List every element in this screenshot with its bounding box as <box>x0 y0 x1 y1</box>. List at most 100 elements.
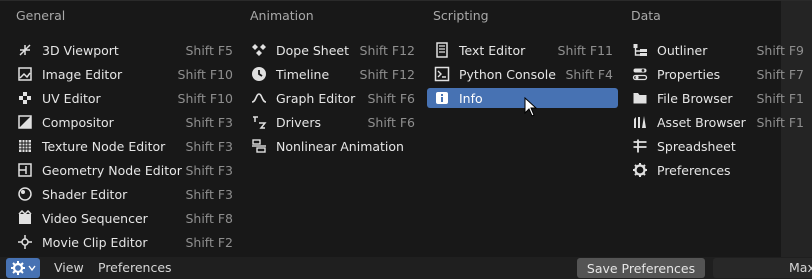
menu-item-label: Timeline <box>276 66 330 82</box>
menu-item-label: Properties <box>657 66 721 82</box>
menu-item-python-console[interactable]: Python Console Shift F4 <box>433 64 613 84</box>
editor-type-button[interactable] <box>6 258 40 278</box>
menu-item-image-editor[interactable]: Image Editor Shift F10 <box>16 64 233 84</box>
shortcut: Shift F6 <box>367 90 415 106</box>
editor-type-menu: General Animation Scripting Data 3D View… <box>0 0 812 258</box>
heading-data: Data <box>631 8 661 23</box>
drivers-icon <box>250 113 268 131</box>
menu-item-movie-clip-editor[interactable]: Movie Clip Editor Shift F2 <box>16 232 233 252</box>
menu-item-preferences[interactable]: Preferences <box>631 160 804 180</box>
python-console-icon <box>433 65 451 83</box>
file-browser-icon <box>631 89 649 107</box>
shortcut: Shift F3 <box>185 186 233 202</box>
shortcut: Shift F1 <box>756 114 804 130</box>
menu-item-dope-sheet[interactable]: Dope Sheet Shift F12 <box>250 40 415 60</box>
shortcut: Shift F6 <box>367 114 415 130</box>
menu-item-shader-editor[interactable]: Shader Editor Shift F3 <box>16 184 233 204</box>
menu-item-label: Info <box>459 90 483 106</box>
texture-node-icon <box>16 137 34 155</box>
menu-item-asset-browser[interactable]: Asset Browser Shift F1 <box>631 112 804 132</box>
menu-item-graph-editor[interactable]: Graph Editor Shift F6 <box>250 88 415 108</box>
menu-item-label: Graph Editor <box>276 90 356 106</box>
shortcut: Shift F7 <box>756 66 804 82</box>
menu-item-spreadsheet[interactable]: Spreadsheet <box>631 136 804 156</box>
image-editor-icon <box>16 65 34 83</box>
shortcut: Shift F8 <box>185 210 233 226</box>
menu-item-3d-viewport[interactable]: 3D Viewport Shift F5 <box>16 40 233 60</box>
menu-item-label: 3D Viewport <box>42 42 119 58</box>
menu-item-compositor[interactable]: Compositor Shift F3 <box>16 112 233 132</box>
text-editor-icon <box>433 41 451 59</box>
shortcut: Shift F1 <box>756 90 804 106</box>
shortcut: Shift F10 <box>177 66 233 82</box>
menu-view[interactable]: View <box>54 260 84 275</box>
heading-general: General <box>16 8 66 23</box>
menu-item-geometry-node-editor[interactable]: Geometry Node Editor Shift F3 <box>16 160 233 180</box>
geometry-node-icon <box>16 161 34 179</box>
shortcut: Shift F5 <box>185 42 233 58</box>
menu-item-label: File Browser <box>657 90 733 106</box>
shortcut: Shift F12 <box>359 66 415 82</box>
menu-preferences[interactable]: Preferences <box>98 260 172 275</box>
menu-item-text-editor[interactable]: Text Editor Shift F11 <box>433 40 613 60</box>
shortcut: Shift F3 <box>185 162 233 178</box>
menu-item-file-browser[interactable]: File Browser Shift F1 <box>631 88 804 108</box>
shortcut: Shift F2 <box>185 234 233 250</box>
heading-scripting: Scripting <box>433 8 489 23</box>
menu-item-label: Drivers <box>276 114 321 130</box>
gear-icon <box>11 261 25 275</box>
menu-item-label: Nonlinear Animation <box>276 138 404 154</box>
menu-item-label: Python Console <box>459 66 556 82</box>
3d-viewport-icon <box>16 41 34 59</box>
menu-item-outliner[interactable]: Outliner Shift F9 <box>631 40 804 60</box>
asset-browser-icon <box>631 113 649 131</box>
spreadsheet-icon <box>631 137 649 155</box>
menu-item-label: Spreadsheet <box>657 138 736 154</box>
preferences-footer-bar: View Preferences Save Preferences <box>0 257 812 279</box>
compositor-icon <box>16 113 34 131</box>
menu-item-label: Text Editor <box>459 42 526 58</box>
menu-item-info[interactable]: Info <box>427 88 618 108</box>
menu-item-label: Preferences <box>657 162 731 178</box>
info-icon <box>433 89 451 107</box>
menu-item-properties[interactable]: Properties Shift F7 <box>631 64 804 84</box>
preferences-gear-icon <box>631 161 649 179</box>
menu-item-uv-editor[interactable]: UV Editor Shift F10 <box>16 88 233 108</box>
mouse-cursor-icon <box>524 97 538 117</box>
dope-sheet-icon <box>250 41 268 59</box>
properties-icon <box>631 65 649 83</box>
menu-item-texture-node-editor[interactable]: Texture Node Editor Shift F3 <box>16 136 233 156</box>
shortcut: Shift F3 <box>185 114 233 130</box>
menu-item-nonlinear-animation[interactable]: Nonlinear Animation <box>250 136 415 156</box>
shortcut: Shift F9 <box>756 42 804 58</box>
menu-item-video-sequencer[interactable]: Video Sequencer Shift F8 <box>16 208 233 228</box>
menu-item-label: Texture Node Editor <box>42 138 166 154</box>
shortcut: Shift F3 <box>185 138 233 154</box>
video-sequencer-icon <box>16 209 34 227</box>
menu-item-label: Geometry Node Editor <box>42 162 182 178</box>
shortcut: Shift F11 <box>557 42 613 58</box>
uv-editor-icon <box>16 89 34 107</box>
chevron-down-icon <box>28 265 36 272</box>
movie-clip-icon <box>16 233 34 251</box>
outliner-icon <box>631 41 649 59</box>
save-preferences-button[interactable]: Save Preferences <box>577 258 705 278</box>
shortcut: Shift F10 <box>177 90 233 106</box>
shortcut: Shift F4 <box>565 66 613 82</box>
shortcut: Shift F12 <box>359 42 415 58</box>
max-label: Max <box>789 260 812 275</box>
menu-item-label: Asset Browser <box>657 114 746 130</box>
menu-item-label: Video Sequencer <box>42 210 148 226</box>
menu-item-label: Outliner <box>657 42 708 58</box>
menu-item-label: Movie Clip Editor <box>42 234 148 250</box>
menu-item-label: Dope Sheet <box>276 42 350 58</box>
graph-editor-icon <box>250 89 268 107</box>
menu-item-label: Image Editor <box>42 66 123 82</box>
timeline-icon <box>250 65 268 83</box>
menu-item-label: Compositor <box>42 114 114 130</box>
menu-item-drivers[interactable]: Drivers Shift F6 <box>250 112 415 132</box>
menu-item-timeline[interactable]: Timeline Shift F12 <box>250 64 415 84</box>
shader-editor-icon <box>16 185 34 203</box>
menu-item-label: Shader Editor <box>42 186 128 202</box>
heading-animation: Animation <box>250 8 314 23</box>
